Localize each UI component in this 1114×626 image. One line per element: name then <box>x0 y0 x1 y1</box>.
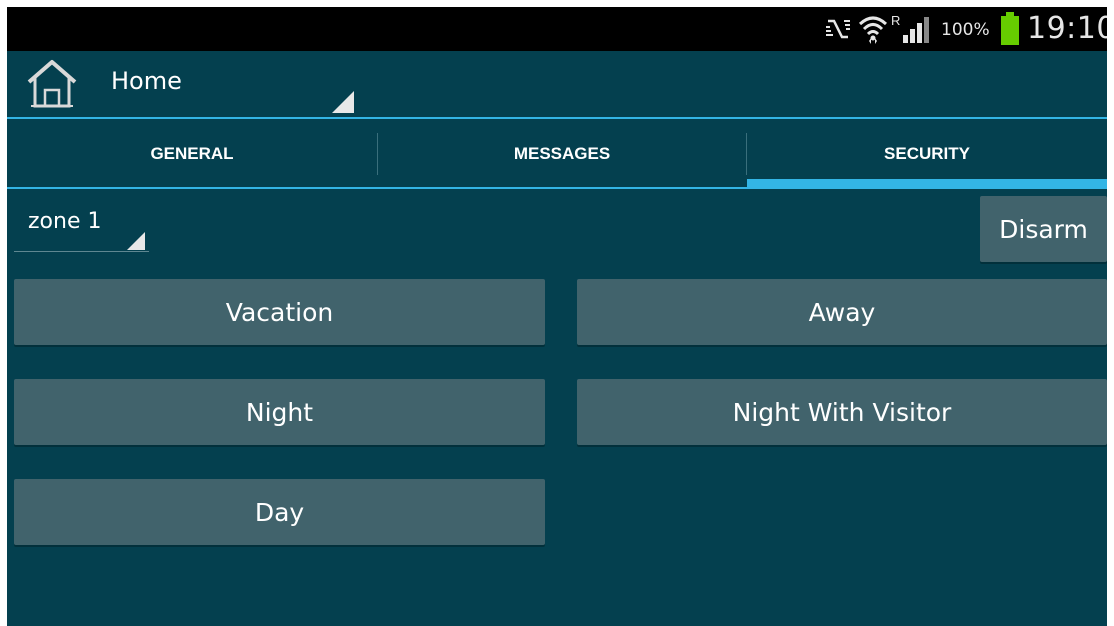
tab-messages[interactable]: MESSAGES <box>378 119 746 189</box>
battery-icon <box>1000 7 1020 51</box>
tab-general[interactable]: GENERAL <box>7 119 377 189</box>
disarm-button[interactable]: Disarm <box>980 196 1107 262</box>
spinner-underline <box>14 251 149 252</box>
roaming-indicator: R <box>891 13 900 28</box>
spinner-caret-icon <box>332 91 354 113</box>
status-time: 19:10 <box>1027 11 1107 46</box>
spinner-caret-icon <box>127 232 145 250</box>
location-title: Home <box>111 67 182 95</box>
battery-percent: 100% <box>941 20 990 40</box>
away-button[interactable]: Away <box>577 279 1107 345</box>
nfc-icon <box>824 7 852 51</box>
wifi-icon <box>858 7 888 51</box>
location-spinner[interactable]: Home <box>7 51 367 117</box>
app-screen: R 100% 19:10 Home GENERAL MESSAGES SECUR… <box>7 7 1107 626</box>
night-button[interactable]: Night <box>14 379 545 445</box>
status-bar: R 100% 19:10 <box>7 7 1107 51</box>
home-icon <box>26 58 78 110</box>
tab-bar: GENERAL MESSAGES SECURITY <box>7 119 1107 189</box>
zone-spinner[interactable]: zone 1 <box>14 202 149 252</box>
night-with-visitor-button[interactable]: Night With Visitor <box>577 379 1107 445</box>
signal-icon: R <box>889 7 933 51</box>
vacation-button[interactable]: Vacation <box>14 279 545 345</box>
action-bar: Home <box>7 51 1107 119</box>
tab-selected-indicator <box>747 179 1107 189</box>
zone-selected: zone 1 <box>28 209 102 234</box>
tab-baseline <box>7 187 747 189</box>
day-button[interactable]: Day <box>14 479 545 545</box>
